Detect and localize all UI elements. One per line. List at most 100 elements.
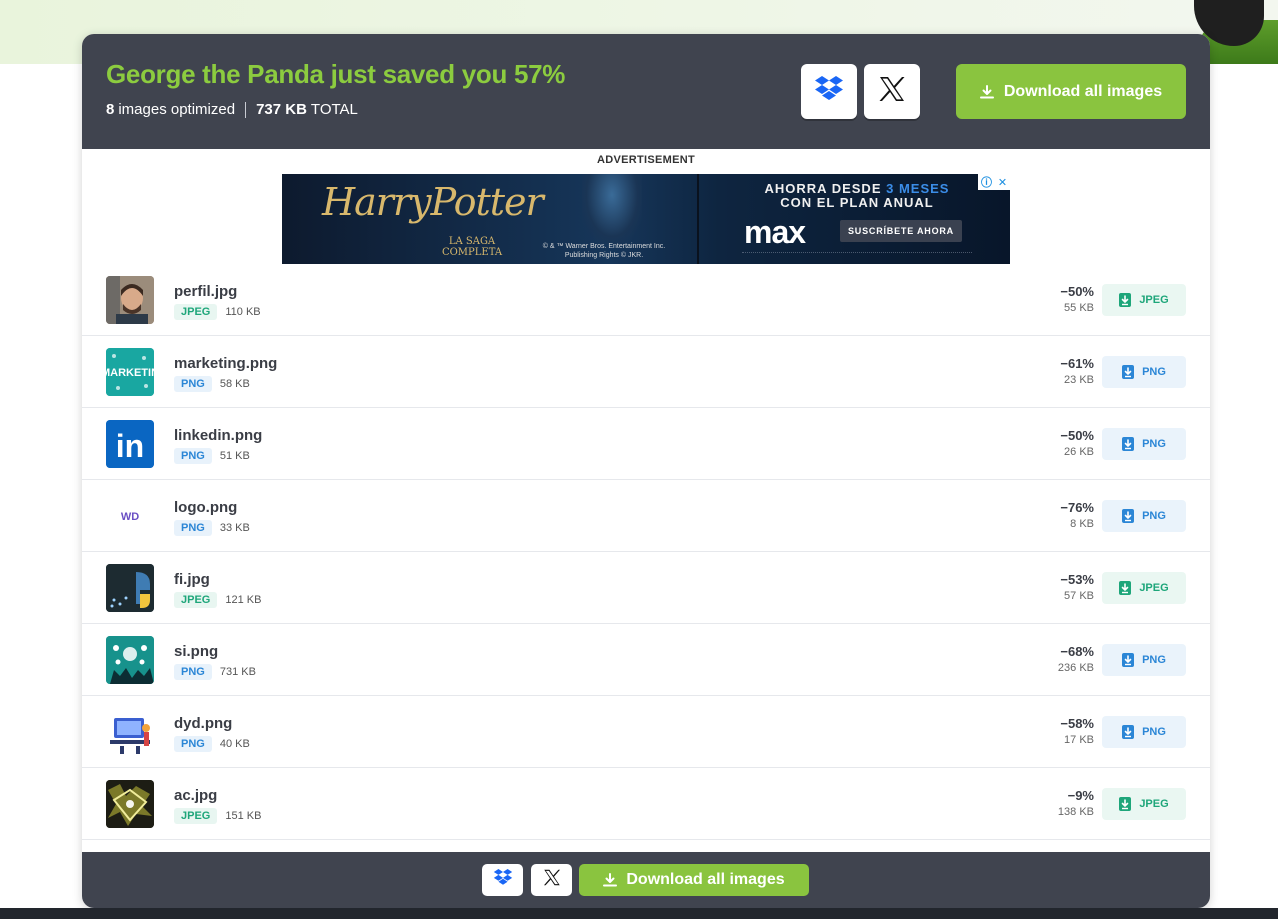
share-on-x-button[interactable] — [864, 64, 920, 119]
save-to-dropbox-button[interactable] — [801, 64, 857, 119]
file-meta: PNG 58 KB — [174, 376, 250, 392]
optimized-size: 138 KB — [1057, 806, 1094, 818]
file-meta: JPEG 151 KB — [174, 808, 261, 824]
file-meta: PNG 731 KB — [174, 664, 256, 680]
optimized-size: 236 KB — [1057, 662, 1094, 674]
file-thumbnail — [106, 636, 154, 684]
ad-offer-highlight: 3 MESES — [886, 181, 950, 196]
file-name: marketing.png — [174, 355, 278, 372]
original-size: 40 KB — [219, 738, 250, 750]
dropbox-icon — [493, 869, 513, 891]
taskbar-strip — [0, 908, 1278, 919]
original-size: 731 KB — [219, 666, 256, 678]
ad-info-icon[interactable]: ⓘ — [981, 174, 992, 190]
savings-percent: −9% — [1067, 788, 1094, 803]
ad-offer-suffix: CON EL PLAN ANUAL — [780, 195, 934, 210]
file-download-icon — [1119, 797, 1132, 811]
total-label: TOTAL — [310, 101, 358, 118]
thumbnail-text: WD — [121, 511, 139, 523]
file-row: si.png PNG 731 KB −68% 236 KB PNG — [82, 624, 1210, 696]
download-file-label: JPEG — [1139, 582, 1169, 594]
image-count-label: images optimized — [118, 101, 236, 118]
savings-percent: −50% — [1060, 428, 1094, 443]
optimized-size: 8 KB — [1070, 518, 1094, 530]
savings-percent: −58% — [1060, 716, 1094, 731]
image-count: 8 — [106, 101, 115, 118]
file-meta: JPEG 121 KB — [174, 592, 261, 608]
file-thumbnail — [106, 564, 154, 612]
ad-close-icon[interactable]: ✕ — [998, 176, 1007, 189]
ad-fine-print — [742, 252, 972, 258]
summary-divider — [245, 101, 247, 118]
download-file-button[interactable]: PNG — [1102, 500, 1186, 532]
file-row: in linkedin.png PNG 51 KB −50% 26 KB PNG — [82, 408, 1210, 480]
footer-x-share-button[interactable] — [531, 864, 572, 896]
download-file-button[interactable]: PNG — [1102, 356, 1186, 388]
advertisement-banner[interactable]: HarryPotter LA SAGA COMPLETA © & ™ Warne… — [282, 174, 1010, 264]
optimized-size: 17 KB — [1064, 734, 1094, 746]
ad-cta-button[interactable]: SUSCRÍBETE AHORA — [840, 220, 962, 242]
file-row: fi.jpg JPEG 121 KB −53% 57 KB JPEG — [82, 552, 1210, 624]
download-file-label: PNG — [1142, 366, 1166, 378]
file-type-badge: PNG — [174, 520, 212, 536]
file-download-icon — [1122, 509, 1135, 523]
ad-brand-logo: max — [744, 214, 806, 250]
download-icon — [979, 84, 994, 99]
download-file-button[interactable]: JPEG — [1102, 572, 1186, 604]
download-icon — [603, 873, 618, 887]
download-file-button[interactable]: PNG — [1102, 428, 1186, 460]
download-file-button[interactable]: JPEG — [1102, 284, 1186, 316]
download-all-label: Download all images — [1003, 82, 1163, 100]
ad-offer-prefix: AHORRA DESDE — [764, 181, 882, 196]
file-meta: JPEG 110 KB — [174, 304, 261, 320]
optimized-size: 57 KB — [1064, 590, 1094, 602]
file-row: ac.jpg JPEG 151 KB −9% 138 KB JPEG — [82, 768, 1210, 840]
file-thumbnail: MARKETIN — [106, 348, 154, 396]
original-size: 58 KB — [219, 378, 250, 390]
download-file-label: JPEG — [1139, 294, 1169, 306]
download-file-button[interactable]: JPEG — [1102, 788, 1186, 820]
file-type-badge: PNG — [174, 376, 212, 392]
savings-percent: −50% — [1060, 284, 1094, 299]
footer-download-all-button[interactable]: Download all images — [579, 864, 809, 896]
file-download-icon — [1122, 437, 1135, 451]
thumbnail-text: MARKETIN — [106, 367, 154, 379]
file-type-badge: PNG — [174, 736, 212, 752]
file-download-icon — [1119, 293, 1132, 307]
x-logo-icon — [878, 76, 906, 107]
file-type-badge: JPEG — [174, 808, 218, 824]
file-name: logo.png — [174, 499, 238, 516]
advertisement-label: ADVERTISEMENT — [596, 154, 696, 166]
file-thumbnail: WD — [106, 492, 154, 540]
thumbnail-text: in — [116, 428, 144, 464]
download-file-button[interactable]: PNG — [1102, 716, 1186, 748]
download-file-label: PNG — [1142, 510, 1166, 522]
file-type-badge: PNG — [174, 448, 212, 464]
ad-divider — [697, 174, 699, 264]
file-name: si.png — [174, 643, 219, 660]
download-file-label: PNG — [1142, 726, 1166, 738]
x-logo-icon — [543, 869, 561, 891]
ad-subtitle: LA SAGA COMPLETA — [441, 236, 503, 258]
results-footer: Download all images — [82, 852, 1210, 908]
original-size: 51 KB — [219, 450, 250, 462]
optimization-summary: 8 images optimized 737 KB TOTAL — [106, 101, 358, 118]
download-file-label: PNG — [1142, 654, 1166, 666]
file-type-badge: PNG — [174, 664, 212, 680]
savings-headline: George the Panda just saved you 57% — [106, 59, 566, 89]
savings-percent: −68% — [1060, 644, 1094, 659]
file-name: fi.jpg — [174, 571, 210, 588]
footer-download-all-label: Download all images — [626, 871, 785, 888]
original-size: 121 KB — [225, 594, 262, 606]
file-download-icon — [1122, 365, 1135, 379]
ad-choices[interactable]: ⓘ ✕ — [978, 174, 1010, 190]
ad-character-image — [582, 174, 642, 244]
footer-dropbox-button[interactable] — [482, 864, 523, 896]
file-name: perfil.jpg — [174, 283, 238, 300]
file-download-icon — [1122, 725, 1135, 739]
file-row: perfil.jpg JPEG 110 KB −50% 55 KB JPEG — [82, 264, 1210, 336]
download-all-button[interactable]: Download all images — [956, 64, 1186, 119]
download-file-label: PNG — [1142, 438, 1166, 450]
download-file-button[interactable]: PNG — [1102, 644, 1186, 676]
optimized-size: 55 KB — [1064, 302, 1094, 314]
